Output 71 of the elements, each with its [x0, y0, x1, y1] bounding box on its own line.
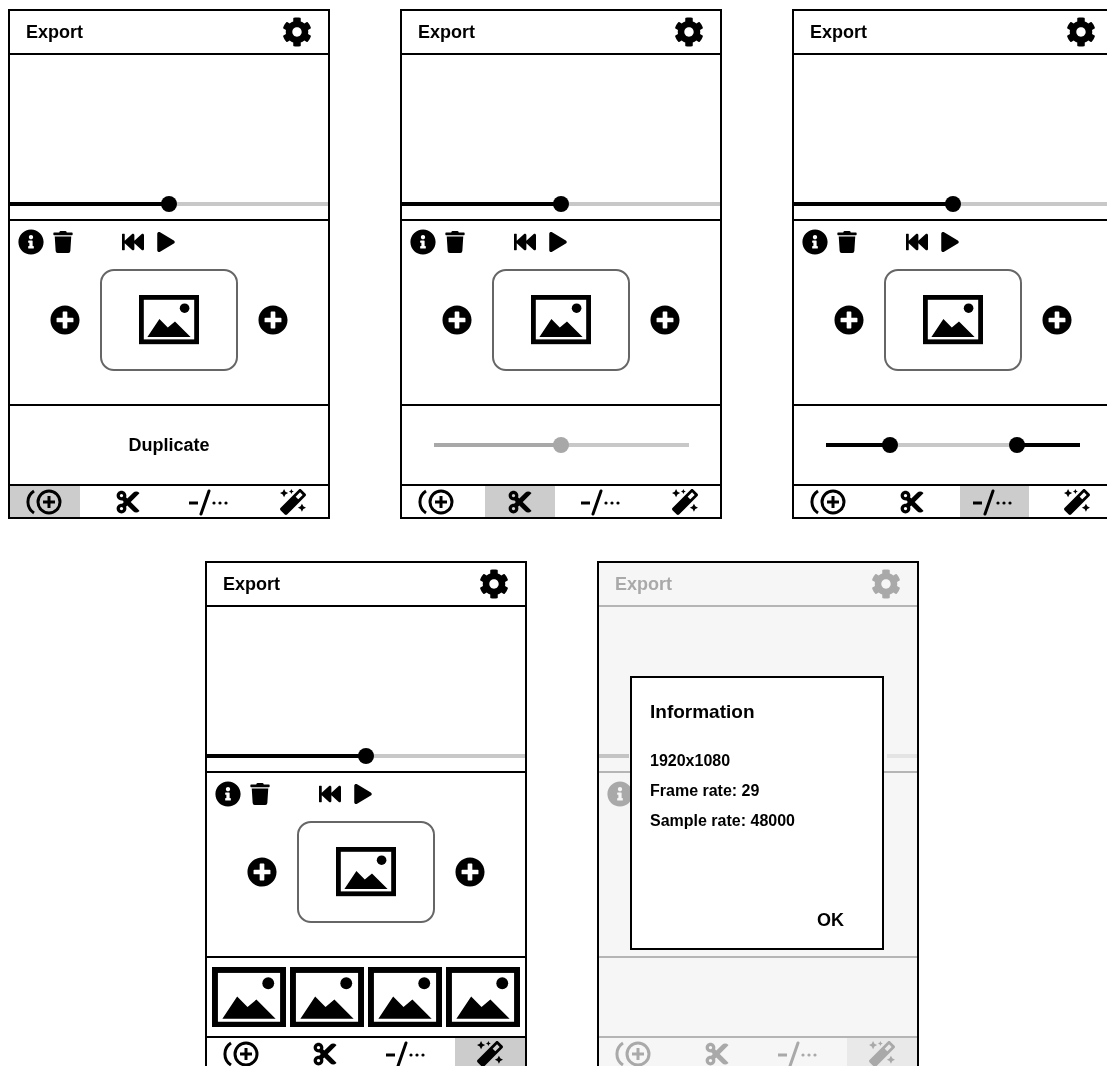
- range-handle[interactable]: [1008, 437, 1025, 453]
- thumbnail-image-icon: [446, 966, 520, 1028]
- timeline-segment: [599, 754, 629, 758]
- info-line: 1920x1080: [650, 750, 732, 771]
- image-icon: [139, 295, 199, 345]
- screen-title: Export: [223, 572, 280, 596]
- tool-tab[interactable]: [455, 1038, 525, 1066]
- settings-icon[interactable]: [282, 17, 312, 47]
- scissors-icon: [506, 488, 533, 515]
- thumbnail-image-icon: [212, 966, 286, 1028]
- rewind-icon[interactable]: [514, 231, 536, 253]
- play-icon[interactable]: [156, 232, 176, 252]
- range-slider[interactable]: [826, 437, 1080, 453]
- clip-card[interactable]: [297, 821, 435, 923]
- screen-title: Export: [418, 20, 475, 44]
- screen-title: Export: [810, 20, 867, 44]
- play-icon[interactable]: [548, 232, 568, 252]
- screen-title: Export: [615, 572, 672, 596]
- duplicate-button[interactable]: Duplicate: [10, 406, 328, 484]
- settings-icon[interactable]: [1066, 17, 1096, 47]
- clip-card[interactable]: [492, 269, 630, 371]
- timeline-thumb[interactable]: [553, 196, 569, 212]
- play-icon[interactable]: [353, 784, 373, 804]
- image-icon: [531, 295, 591, 345]
- slider[interactable]: [433, 437, 689, 453]
- trash-icon[interactable]: [249, 783, 271, 805]
- screen-title: Export: [26, 20, 83, 44]
- info-line: Frame rate: 29: [650, 780, 761, 801]
- timeline-slider[interactable]: [10, 196, 328, 212]
- play-icon[interactable]: [940, 232, 960, 252]
- slider-thumb[interactable]: [553, 437, 569, 453]
- info-icon[interactable]: [802, 229, 828, 255]
- ok-button[interactable]: OK: [817, 907, 844, 934]
- tool-tab[interactable]: [10, 486, 80, 517]
- settings-icon[interactable]: [674, 17, 704, 47]
- trash-icon[interactable]: [52, 231, 74, 253]
- scissors-icon: [114, 488, 141, 515]
- timeline-slider[interactable]: [207, 748, 525, 764]
- clip-card[interactable]: [884, 269, 1022, 371]
- clip-card[interactable]: [100, 269, 238, 371]
- dialog-title: Information: [650, 700, 756, 724]
- trash-icon[interactable]: [836, 231, 858, 253]
- scissors-icon: [898, 488, 925, 515]
- tool-tab[interactable]: [484, 486, 555, 517]
- thumbnail-image-icon: [368, 966, 442, 1028]
- timeline-thumb[interactable]: [358, 748, 374, 764]
- image-icon: [923, 295, 983, 345]
- info-line: Sample rate: 48000: [650, 810, 796, 831]
- range-handle[interactable]: [881, 437, 898, 453]
- info-icon[interactable]: [18, 229, 44, 255]
- timeline-slider[interactable]: [794, 196, 1107, 212]
- magic-wand-icon: [869, 1040, 896, 1066]
- info-icon[interactable]: [410, 229, 436, 255]
- magic-wand-icon: [477, 1040, 504, 1066]
- timeline-thumb[interactable]: [945, 196, 961, 212]
- trash-icon[interactable]: [444, 231, 466, 253]
- timeline-thumb[interactable]: [161, 196, 177, 212]
- info-icon[interactable]: [607, 781, 633, 807]
- thumbnail-image-icon: [290, 966, 364, 1028]
- info-icon[interactable]: [215, 781, 241, 807]
- rewind-icon[interactable]: [122, 231, 144, 253]
- magic-wand-icon: [672, 488, 699, 515]
- rewind-icon[interactable]: [319, 783, 341, 805]
- timeline-slider[interactable]: [402, 196, 720, 212]
- scissors-icon: [703, 1040, 730, 1066]
- rewind-icon[interactable]: [906, 231, 928, 253]
- magic-wand-icon: [1064, 488, 1091, 515]
- image-icon: [336, 847, 396, 897]
- magic-wand-icon: [280, 488, 307, 515]
- settings-icon[interactable]: [479, 569, 509, 599]
- tool-tab[interactable]: [959, 486, 1030, 517]
